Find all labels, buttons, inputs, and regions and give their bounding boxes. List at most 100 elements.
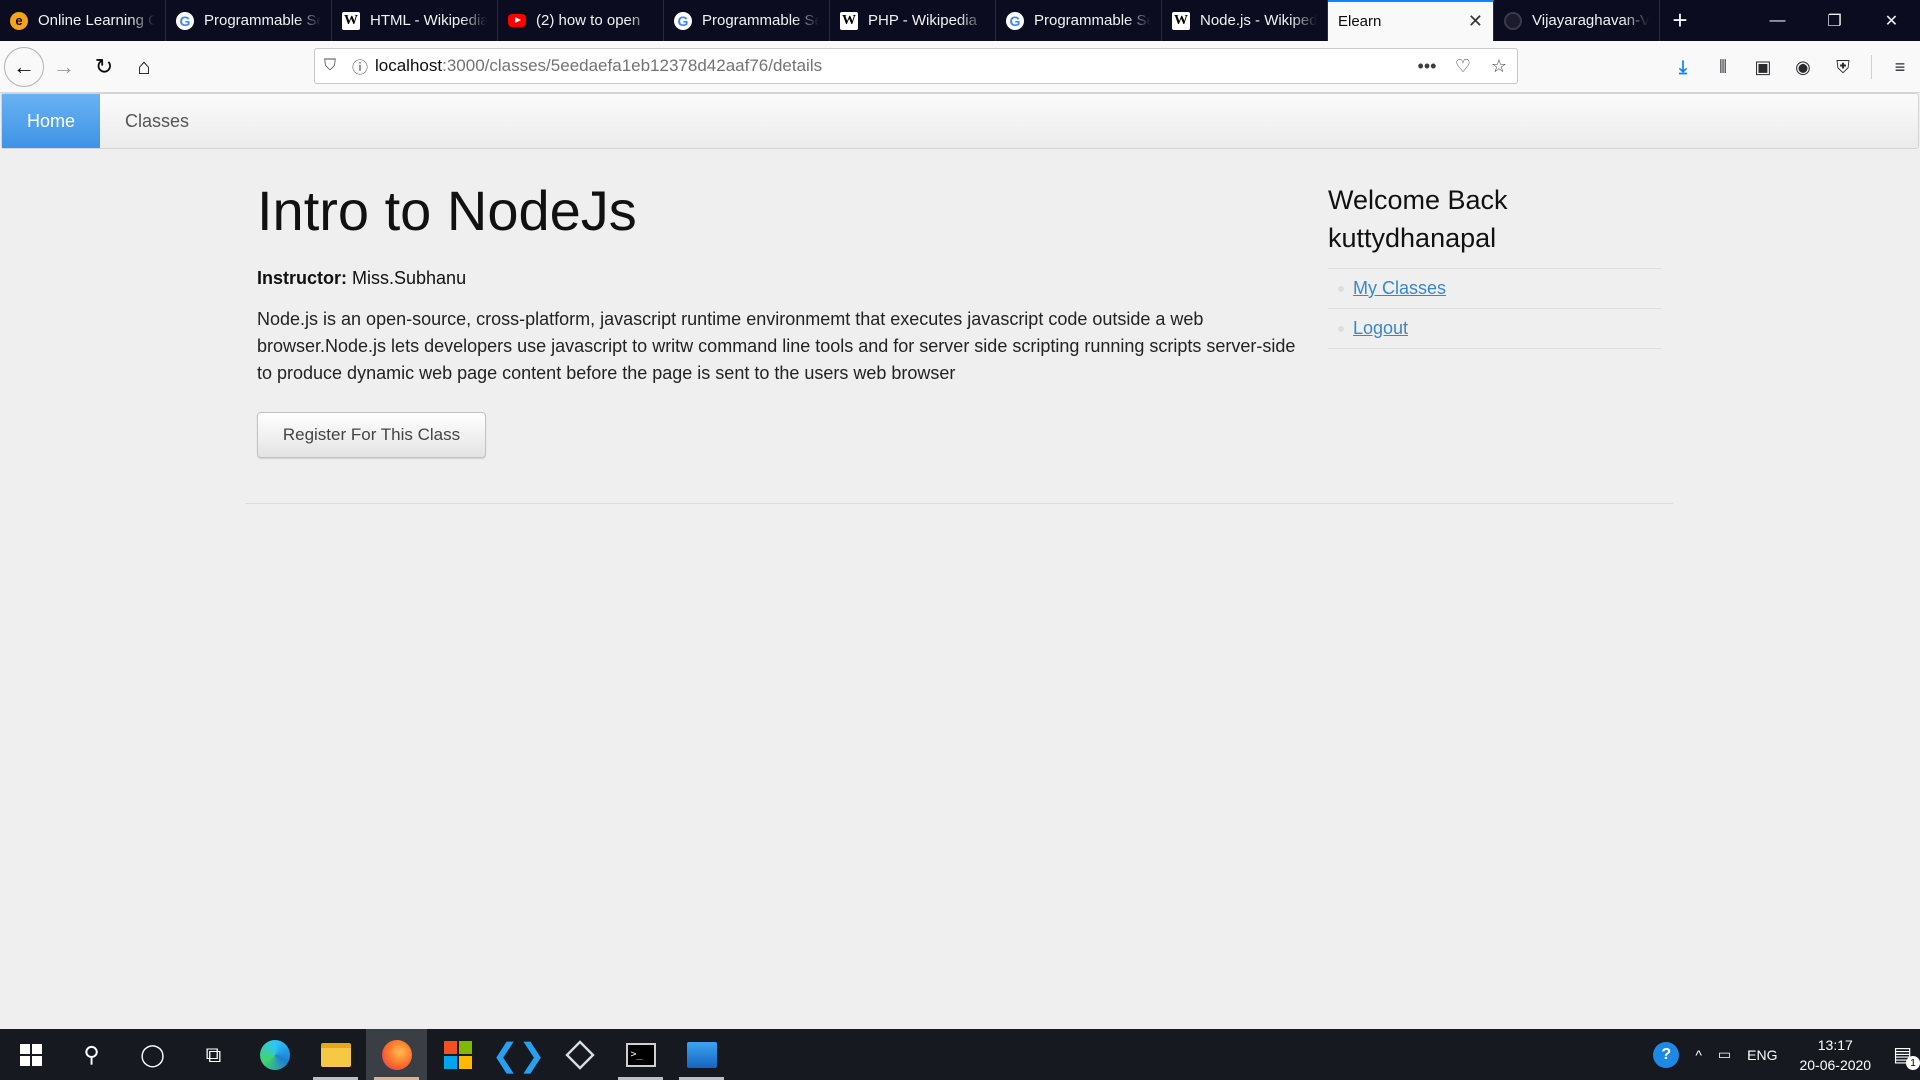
web-page: Home Classes Intro to NodeJs Instructor:… (0, 93, 1920, 1029)
browser-toolbar: ← → ↻ ⌂ ⛉ ⓘ localhost:3000/classes/5eeda… (0, 41, 1920, 93)
cortana-icon[interactable]: ◯ (122, 1029, 183, 1080)
edge-browser-icon[interactable] (244, 1029, 305, 1080)
download-icon[interactable]: ⤓ (1663, 47, 1703, 87)
tab-title: Vijayaraghavan-V (1532, 12, 1649, 29)
tab-title: PHP - Wikipedia (868, 12, 977, 29)
site-info-icon[interactable]: ⓘ (345, 54, 375, 78)
browser-tab-strip: e Online Learning Community G Programmab… (0, 0, 1920, 41)
toolbar-right-tools: ⤓ ⫴ ▣ ◉ ⛨ ≡ (1663, 47, 1920, 87)
clock-date: 20-06-2020 (1799, 1056, 1872, 1073)
tab-title: Programmable Search Engine (1034, 12, 1151, 29)
tab-title: (2) how to open (536, 12, 641, 29)
tab-title: Elearn (1338, 13, 1382, 30)
google-favicon-icon: G (176, 11, 194, 30)
menu-hamburger-icon[interactable]: ≡ (1880, 47, 1920, 87)
language-indicator[interactable]: ENG (1739, 1029, 1785, 1080)
microsoft-store-icon[interactable] (427, 1029, 488, 1080)
photos-icon[interactable] (671, 1029, 732, 1080)
notification-count: 1 (1906, 1056, 1920, 1070)
wikipedia-favicon-icon: W (840, 11, 858, 30)
pocket-icon[interactable]: ♡ (1445, 56, 1481, 77)
youtube-favicon-icon (508, 14, 526, 27)
browser-tab[interactable]: (2) how to open (498, 0, 664, 41)
new-tab-button[interactable]: + (1660, 0, 1700, 41)
wikipedia-favicon-icon: W (1172, 11, 1190, 30)
close-window-icon[interactable]: ✕ (1863, 0, 1920, 41)
reload-icon[interactable]: ↻ (84, 47, 124, 87)
bullet-icon (1338, 285, 1344, 292)
tracking-shield-icon[interactable]: ⛉ (315, 57, 345, 75)
site-navbar: Home Classes (1, 93, 1919, 149)
browser-tab[interactable]: Vijayaraghavan-V (1494, 0, 1660, 41)
restore-icon[interactable]: ❐ (1806, 0, 1863, 41)
browser-tab[interactable]: G Programmable Search Engine (166, 0, 332, 41)
course-description: Node.js is an open-source, cross-platfor… (257, 309, 1296, 383)
library-icon[interactable]: ⫴ (1703, 47, 1743, 87)
user-sidebar: Welcome Back kuttydhanapal My Classes Lo… (1328, 181, 1662, 349)
instructor-label: Instructor: (257, 268, 347, 288)
elearn-favicon-icon: e (10, 11, 28, 30)
google-favicon-icon: G (674, 11, 692, 30)
vscode-icon[interactable]: ❮❯ (488, 1029, 549, 1080)
terminal-icon[interactable]: >_ (610, 1029, 671, 1080)
extension-shield-icon[interactable]: ⛨ (1823, 47, 1863, 87)
my-classes-link[interactable]: My Classes (1353, 278, 1446, 299)
back-arrow-icon[interactable]: ← (4, 46, 44, 87)
tab-title: Node.js - Wikipedia (1200, 12, 1317, 29)
help-icon[interactable]: ? (1645, 1029, 1687, 1080)
search-icon[interactable]: ⚲ (61, 1029, 122, 1080)
system-tray: ? ^ ▭ ENG 13:17 20-06-2020 ▤ 1 (1645, 1029, 1920, 1080)
browser-tab[interactable]: G Programmable Search Engine (996, 0, 1162, 41)
welcome-heading: Welcome Back kuttydhanapal (1328, 185, 1508, 253)
github-favicon-icon (1504, 11, 1522, 30)
tab-title: HTML - Wikipedia (370, 12, 487, 29)
instructor-line: Instructor: Miss.Subhanu (257, 268, 1302, 289)
task-view-icon[interactable]: ⧉ (183, 1029, 244, 1080)
nav-item-home[interactable]: Home (2, 94, 101, 148)
list-item: My Classes (1328, 269, 1662, 309)
tab-title: Online Learning Community (38, 12, 155, 29)
content-divider (245, 503, 1673, 504)
browser-tab[interactable]: W Node.js - Wikipedia (1162, 0, 1328, 41)
course-title: Intro to NodeJs (257, 179, 637, 242)
tab-title: Programmable Search Engine (204, 12, 321, 29)
chevron-up-icon[interactable]: ^ (1687, 1029, 1710, 1080)
url-host: localhost (375, 56, 443, 75)
clock[interactable]: 13:17 20-06-2020 (1785, 1029, 1885, 1080)
windows-taskbar: ⚲ ◯ ⧉ ❮❯ >_ ? ^ ▭ ENG 13:17 20-06-2020 ▤… (0, 1029, 1920, 1080)
battery-icon[interactable]: ▭ (1710, 1029, 1739, 1080)
close-tab-icon[interactable]: ✕ (1468, 11, 1483, 32)
home-icon[interactable]: ⌂ (124, 47, 164, 87)
minimize-icon[interactable]: — (1749, 0, 1806, 41)
browser-tab[interactable]: W PHP - Wikipedia (830, 0, 996, 41)
toolbar-separator (1871, 55, 1872, 79)
url-path: :3000/classes/5eedaefa1eb12378d42aaf76/d… (442, 56, 823, 75)
window-controls: — ❐ ✕ (1749, 0, 1920, 41)
nav-item-classes[interactable]: Classes (100, 94, 214, 148)
bullet-icon (1338, 325, 1344, 332)
class-details: Intro to NodeJs Instructor: Miss.Subhanu… (257, 183, 1302, 458)
address-bar[interactable]: ⛉ ⓘ localhost:3000/classes/5eedaefa1eb12… (314, 48, 1518, 84)
start-windows-icon[interactable] (0, 1029, 61, 1080)
notification-center-icon[interactable]: ▤ 1 (1885, 1029, 1920, 1080)
browser-tab-active[interactable]: Elearn ✕ (1328, 0, 1494, 41)
wikipedia-favicon-icon: W (342, 11, 360, 30)
address-bar-actions: ••• ♡ ☆ (1409, 56, 1517, 77)
bookmark-star-icon[interactable]: ☆ (1481, 56, 1517, 77)
forward-arrow-icon[interactable]: → (44, 47, 84, 87)
register-button[interactable]: Register For This Class (257, 412, 486, 458)
browser-tab[interactable]: W HTML - Wikipedia (332, 0, 498, 41)
virtualbox-icon[interactable] (549, 1029, 610, 1080)
tab-title: Programmable Search Engine (702, 12, 819, 29)
list-item: Logout (1328, 309, 1662, 349)
page-actions-icon[interactable]: ••• (1409, 56, 1445, 77)
browser-tab[interactable]: G Programmable Search Engine (664, 0, 830, 41)
browser-tab[interactable]: e Online Learning Community (0, 0, 166, 41)
logout-link[interactable]: Logout (1353, 318, 1408, 339)
sidebar-icon[interactable]: ▣ (1743, 47, 1783, 87)
instructor-name: Miss.Subhanu (352, 268, 467, 288)
account-icon[interactable]: ◉ (1783, 47, 1823, 87)
clock-time: 13:17 (1817, 1036, 1853, 1053)
file-explorer-icon[interactable] (305, 1029, 366, 1080)
firefox-icon[interactable] (366, 1029, 427, 1080)
